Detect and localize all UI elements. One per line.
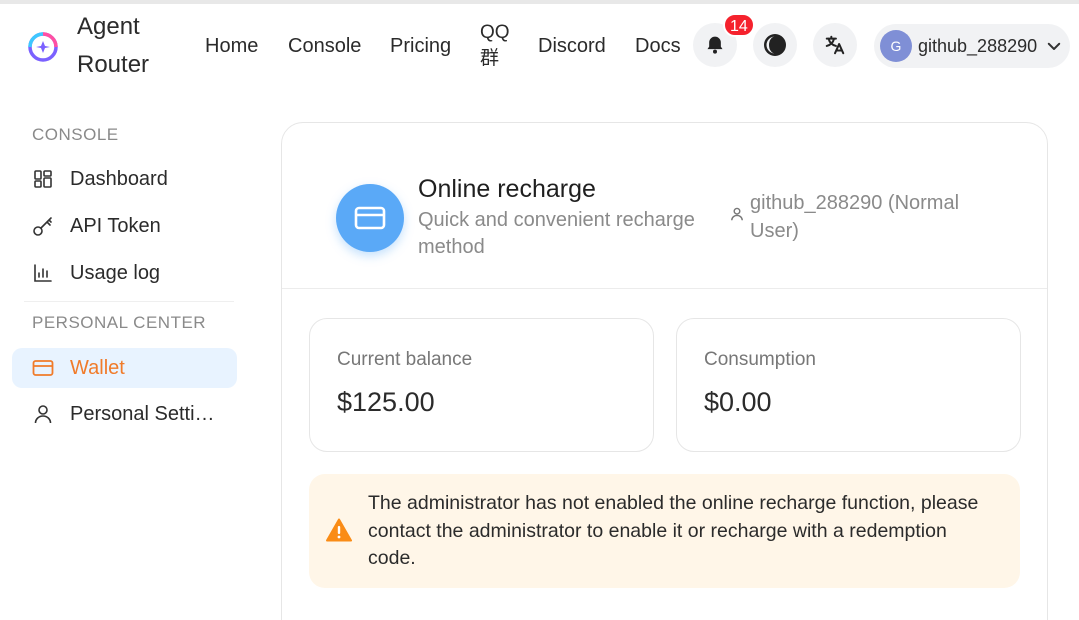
- sidebar-item-label: Usage log: [70, 261, 161, 284]
- sidebar: CONSOLE Dashboard API Token Usage log PE…: [0, 88, 250, 620]
- nav-qq-group[interactable]: QQ群: [480, 20, 520, 72]
- moon-icon: [764, 34, 786, 56]
- notification-count-badge: 14: [723, 13, 755, 37]
- nav-discord[interactable]: Discord: [538, 34, 606, 58]
- brand-name[interactable]: Agent Router: [77, 8, 177, 84]
- sidebar-section-console: CONSOLE: [32, 125, 119, 144]
- sidebar-item-dashboard[interactable]: Dashboard: [12, 159, 237, 199]
- credit-card-icon: [336, 184, 404, 252]
- user-menu[interactable]: G github_288290: [874, 24, 1070, 68]
- sidebar-item-label: Dashboard: [70, 167, 168, 190]
- sidebar-item-api-token[interactable]: API Token: [12, 206, 237, 246]
- card-subtitle: Quick and convenient recharge method: [418, 209, 695, 258]
- consumption-label: Consumption: [704, 349, 816, 370]
- user-info-text: github_288290 (Normal User): [750, 192, 960, 242]
- sidebar-item-label: Wallet: [70, 356, 125, 379]
- warning-alert: The administrator has not enabled the on…: [309, 474, 1020, 588]
- wallet-icon: [31, 356, 55, 380]
- bell-icon: [707, 36, 723, 54]
- nav-docs[interactable]: Docs: [635, 34, 681, 58]
- user-info: github_288290 (Normal User): [730, 189, 990, 245]
- balance-value: $125.00: [337, 387, 435, 417]
- brand-logo-icon[interactable]: [28, 32, 58, 62]
- key-icon: [31, 214, 55, 238]
- balance-label: Current balance: [337, 349, 473, 370]
- sidebar-item-label: API Token: [70, 214, 161, 237]
- recharge-card: Online recharge Quick and convenient rec…: [281, 122, 1048, 620]
- nav-pricing[interactable]: Pricing: [390, 34, 451, 58]
- sidebar-item-wallet[interactable]: Wallet: [12, 348, 237, 388]
- balance-stat: Current balance $125.00: [309, 318, 654, 452]
- user-name: github_288290: [918, 35, 1038, 56]
- sidebar-item-label: Personal Settings: [70, 402, 218, 425]
- card-title: Online recharge: [418, 175, 596, 203]
- language-button[interactable]: [813, 23, 857, 67]
- consumption-stat: Consumption $0.00: [676, 318, 1021, 452]
- sidebar-item-personal-settings[interactable]: Personal Settings: [12, 394, 237, 434]
- user-icon: [730, 207, 744, 245]
- warning-icon: [326, 518, 352, 547]
- warning-message: The administrator has not enabled the on…: [368, 492, 979, 569]
- sidebar-section-personal: PERSONAL CENTER: [32, 313, 207, 332]
- sidebar-divider: [24, 301, 234, 302]
- dashboard-icon: [31, 167, 55, 191]
- bar-chart-icon: [31, 261, 55, 285]
- top-header: Agent Router Home Console Pricing QQ群 Di…: [0, 4, 1079, 88]
- translate-icon: [825, 35, 845, 55]
- sidebar-item-usage-log[interactable]: Usage log: [12, 253, 237, 293]
- theme-toggle-button[interactable]: [753, 23, 797, 67]
- card-divider: [282, 288, 1047, 289]
- avatar: G: [880, 30, 912, 62]
- consumption-value: $0.00: [704, 387, 772, 417]
- chevron-down-icon: [1045, 37, 1063, 55]
- nav-console[interactable]: Console: [288, 34, 361, 58]
- user-icon: [31, 402, 55, 426]
- nav-home[interactable]: Home: [205, 34, 258, 58]
